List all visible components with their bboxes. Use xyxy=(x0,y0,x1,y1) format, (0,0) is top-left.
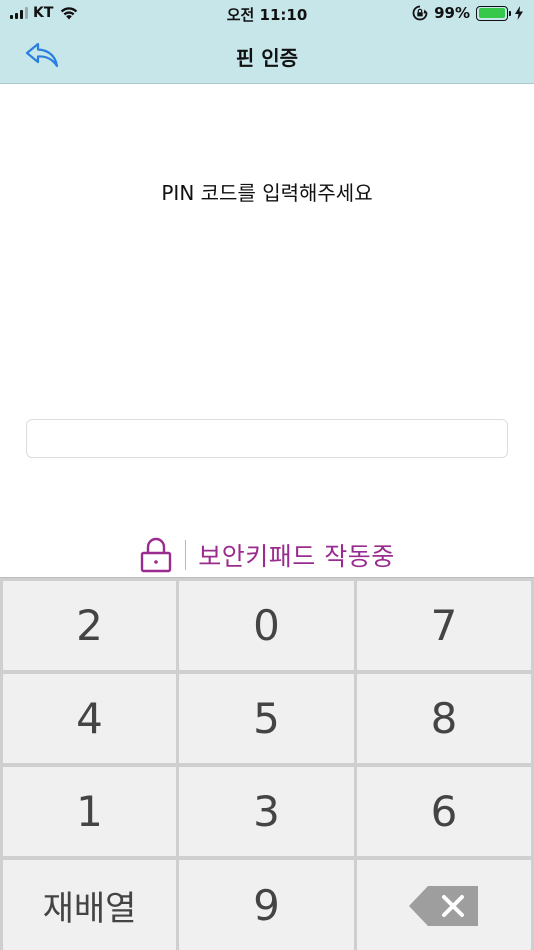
keypad: 2 0 7 4 5 8 1 3 6 재배열 9 xyxy=(0,577,534,950)
battery-fill xyxy=(478,8,506,18)
secure-keypad-label: 보안키패드 작동중 xyxy=(198,542,395,571)
page-title: 핀 인증 xyxy=(235,46,299,70)
orientation-lock-icon xyxy=(412,5,428,21)
key-8[interactable]: 8 xyxy=(357,674,531,763)
status-right: 99% xyxy=(412,4,524,22)
key-5[interactable]: 5 xyxy=(179,674,354,763)
nav-bar: 핀 인증 xyxy=(0,27,534,84)
key-0[interactable]: 0 xyxy=(179,581,354,670)
pin-input[interactable] xyxy=(26,419,508,458)
key-2[interactable]: 2 xyxy=(3,581,176,670)
secure-separator xyxy=(185,540,187,570)
key-7[interactable]: 7 xyxy=(357,581,531,670)
key-1[interactable]: 1 xyxy=(3,767,176,856)
backspace-icon xyxy=(409,885,478,926)
key-4[interactable]: 4 xyxy=(3,674,176,763)
backspace-button[interactable] xyxy=(357,860,531,950)
key-6[interactable]: 6 xyxy=(357,767,531,856)
padlock-icon xyxy=(141,537,172,573)
pin-prompt: PIN 코드를 입력해주세요 xyxy=(161,181,373,205)
secure-keypad-banner: 보안키패드 작동중 xyxy=(0,534,534,576)
battery-percent: 99% xyxy=(434,4,470,22)
shuffle-button[interactable]: 재배열 xyxy=(3,860,176,950)
key-9[interactable]: 9 xyxy=(179,860,354,950)
status-bar: KT 오전 11:10 99% xyxy=(0,0,534,27)
battery-nub xyxy=(509,10,511,16)
charging-icon xyxy=(515,6,523,20)
battery-icon xyxy=(476,5,511,21)
key-3[interactable]: 3 xyxy=(179,767,354,856)
